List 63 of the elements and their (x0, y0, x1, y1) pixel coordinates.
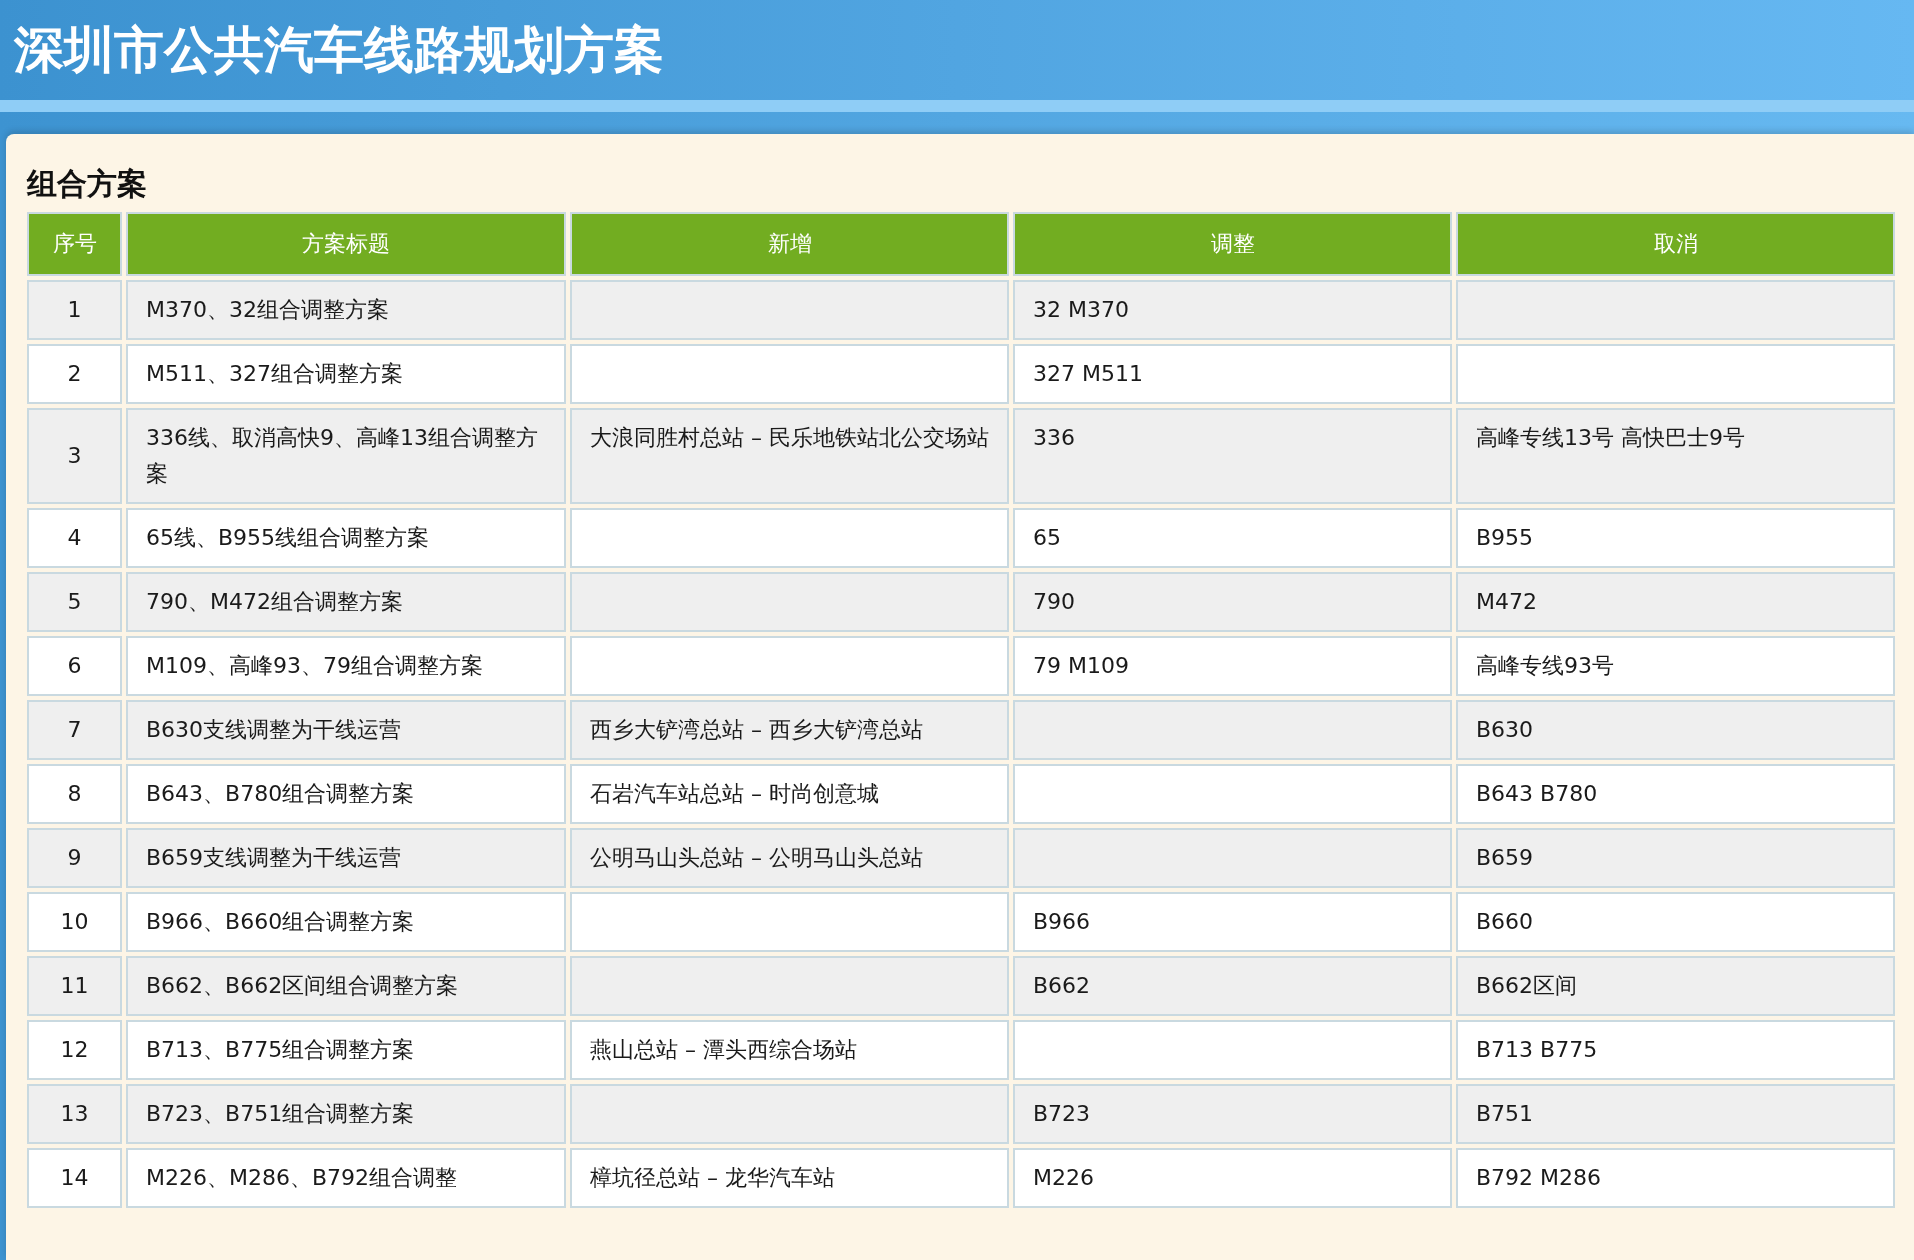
table-cell: 327 M511 (1013, 344, 1452, 404)
table-cell: B659 (1456, 828, 1895, 888)
index-cell: 10 (27, 892, 122, 952)
table-cell: 樟坑径总站 – 龙华汽车站 (570, 1148, 1009, 1208)
table-cell: 65 (1013, 508, 1452, 568)
index-cell: 9 (27, 828, 122, 888)
index-cell: 14 (27, 1148, 122, 1208)
table-cell: B723 (1013, 1084, 1452, 1144)
table-cell: B662区间 (1456, 956, 1895, 1016)
title-cell: B713、B775组合调整方案 (126, 1020, 566, 1080)
title-cell: B659支线调整为干线运营 (126, 828, 566, 888)
table-cell: 石岩汽车站总站 – 时尚创意城 (570, 764, 1009, 824)
table-cell: 32 M370 (1013, 280, 1452, 340)
index-cell: 5 (27, 572, 122, 632)
index-cell: 4 (27, 508, 122, 568)
table-cell: 790 (1013, 572, 1452, 632)
index-cell: 6 (27, 636, 122, 696)
title-cell: 65线、B955线组合调整方案 (126, 508, 566, 568)
table-cell: M472 (1456, 572, 1895, 632)
title-cell: B966、B660组合调整方案 (126, 892, 566, 952)
page-title: 深圳市公共汽车线路规划方案 (14, 25, 664, 75)
table-cell: B630 (1456, 700, 1895, 760)
title-cell: B630支线调整为干线运营 (126, 700, 566, 760)
table-cell: 336 (1013, 408, 1452, 504)
column-header: 调整 (1013, 212, 1452, 276)
table-cell: 公明马山头总站 – 公明马山头总站 (570, 828, 1009, 888)
table-cell: 西乡大铲湾总站 – 西乡大铲湾总站 (570, 700, 1009, 760)
column-header: 新增 (570, 212, 1009, 276)
index-cell: 11 (27, 956, 122, 1016)
column-header: 序号 (27, 212, 122, 276)
table-cell: B751 (1456, 1084, 1895, 1144)
table-cell: B966 (1013, 892, 1452, 952)
table-cell: 燕山总站 – 潭头西综合场站 (570, 1020, 1009, 1080)
index-cell: 3 (27, 408, 122, 504)
title-cell: M370、32组合调整方案 (126, 280, 566, 340)
table-cell: M226 (1013, 1148, 1452, 1208)
title-cell: B662、B662区间组合调整方案 (126, 956, 566, 1016)
index-cell: 2 (27, 344, 122, 404)
section-title: 组合方案 (27, 166, 148, 202)
title-cell: 336线、取消高快9、高峰13组合调整方案 (126, 408, 566, 504)
table-cell: B955 (1456, 508, 1895, 568)
index-cell: 7 (27, 700, 122, 760)
table-cell: 79 M109 (1013, 636, 1452, 696)
table-cell: B643 B780 (1456, 764, 1895, 824)
index-cell: 1 (27, 280, 122, 340)
title-cell: M226、M286、B792组合调整 (126, 1148, 566, 1208)
title-cell: B643、B780组合调整方案 (126, 764, 566, 824)
index-cell: 13 (27, 1084, 122, 1144)
title-cell: M511、327组合调整方案 (126, 344, 566, 404)
index-cell: 8 (27, 764, 122, 824)
table-cell: B713 B775 (1456, 1020, 1895, 1080)
table-cell: 高峰专线13号 高快巴士9号 (1456, 408, 1895, 504)
index-cell: 12 (27, 1020, 122, 1080)
column-header: 方案标题 (126, 212, 566, 276)
table-cell: B792 M286 (1456, 1148, 1895, 1208)
title-cell: B723、B751组合调整方案 (126, 1084, 566, 1144)
table-cell: 高峰专线93号 (1456, 636, 1895, 696)
title-cell: M109、高峰93、79组合调整方案 (126, 636, 566, 696)
table-cell: B662 (1013, 956, 1452, 1016)
table-cell: 大浪同胜村总站 – 民乐地铁站北公交场站 (570, 408, 1009, 504)
title-cell: 790、M472组合调整方案 (126, 572, 566, 632)
table-cell: B660 (1456, 892, 1895, 952)
column-header: 取消 (1456, 212, 1895, 276)
